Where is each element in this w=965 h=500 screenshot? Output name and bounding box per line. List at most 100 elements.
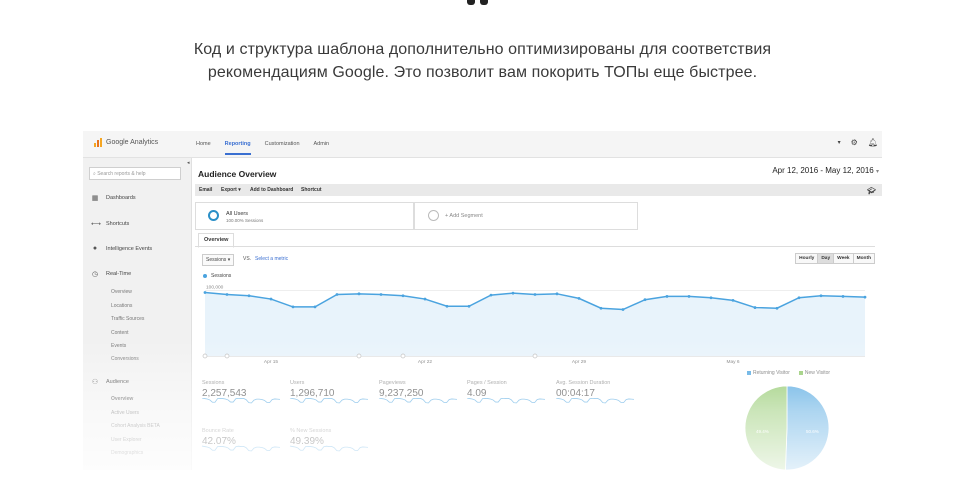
pie-slice-label: 49.4% <box>756 429 769 434</box>
x-tick-label: Apr 29 <box>572 359 586 365</box>
shortcut-button[interactable]: Shortcut <box>301 187 322 193</box>
sidebar-sub-overview[interactable]: Overview <box>111 289 132 295</box>
sidebar-item-dashboards[interactable]: ▦ Dashboards <box>91 194 136 202</box>
sidebar-sub-active-users[interactable]: Active Users <box>111 410 139 416</box>
data-point <box>423 297 427 301</box>
sparkline <box>289 445 369 452</box>
metric-select[interactable]: Sessions ▾ <box>202 254 235 266</box>
data-point <box>599 306 603 310</box>
sidebar-sub-cohort-analysis[interactable]: Cohort Analysis BETA <box>111 423 160 429</box>
data-point <box>357 292 361 296</box>
x-tick-label: Apr 15 <box>264 359 278 365</box>
data-point <box>863 295 867 299</box>
annotation-marker <box>224 353 230 359</box>
date-range-picker[interactable]: Apr 12, 2016 - May 12, 2016 ▾ <box>772 166 879 175</box>
annotation-marker <box>400 353 406 359</box>
sidebar-sub-demographics[interactable]: Demographics <box>111 450 143 456</box>
add-segment-label: + Add Segment <box>445 213 483 219</box>
data-point <box>819 294 823 298</box>
sessions-area <box>205 292 865 356</box>
stat-pageviews[interactable]: Pageviews 9,237,250 <box>379 380 424 399</box>
sidebar-item-label: Intelligence Events <box>106 245 153 252</box>
data-point <box>203 291 207 294</box>
add-segment-button[interactable]: + Add Segment <box>414 202 638 230</box>
data-point <box>291 305 295 309</box>
nav-admin[interactable]: Admin <box>314 131 337 155</box>
stat-avg-session-duration[interactable]: Avg. Session Duration 00:04:17 <box>556 380 610 399</box>
sparkline <box>555 398 635 404</box>
search-input[interactable]: ⌕ Search reports & help <box>89 167 181 180</box>
stat-pages-per-session[interactable]: Pages / Session 4.09 <box>467 380 507 399</box>
legend-swatch-icon <box>798 370 803 375</box>
analytics-logo-icon <box>94 138 103 147</box>
sidebar-sub-conversions[interactable]: Conversions <box>111 356 139 362</box>
stat-users[interactable]: Users 1,296,710 <box>290 380 335 399</box>
metric-select-value: Sessions <box>206 257 227 263</box>
data-point <box>335 293 339 296</box>
export-button[interactable]: Export ▾ <box>221 187 241 193</box>
data-point <box>577 297 581 300</box>
segment-all-users[interactable]: All Users 100.00% Sessions <box>195 202 414 230</box>
dropdown-caret-icon[interactable]: ▾ <box>838 139 841 147</box>
sidebar-sub-traffic-sources[interactable]: Traffic Sources <box>111 316 144 322</box>
granularity-hourly[interactable]: Hourly <box>795 253 819 264</box>
sidebar-item-label: Audience <box>106 379 129 385</box>
chart-legend: Sessions <box>203 273 231 279</box>
sidebar-sub-content[interactable]: Content <box>111 330 129 336</box>
pie-legend-label: Returning Visitor <box>753 370 790 376</box>
pie-legend-returning: Returning Visitor <box>747 370 790 376</box>
sidebar-item-label: Real-Time <box>106 271 132 277</box>
gear-icon[interactable]: ⚙ <box>851 138 858 147</box>
x-tick-label: May 6 <box>726 359 739 365</box>
sidebar-sub-locations[interactable]: Locations <box>111 303 132 309</box>
stat-label: Sessions <box>202 380 225 386</box>
collapse-sidebar-icon[interactable]: ◂ <box>187 160 190 166</box>
data-point <box>797 296 801 300</box>
granularity-month[interactable]: Month <box>852 253 875 264</box>
data-point <box>621 308 625 311</box>
grid-icon: ▦ <box>91 195 99 202</box>
data-point <box>555 292 559 296</box>
stat-sessions[interactable]: Sessions 2,257,543 <box>202 380 247 399</box>
stat-label: Avg. Session Duration <box>556 380 611 386</box>
annotation-marker <box>202 353 208 359</box>
sidebar-sub-audience-overview[interactable]: Overview <box>111 396 133 402</box>
sidebar-item-intelligence-events[interactable]: ● Intelligence Events <box>91 245 152 252</box>
sidebar-item-real-time[interactable]: ◷ Real-Time <box>91 270 131 278</box>
granularity-toggle: Hourly Day Week Month <box>795 253 875 264</box>
graduation-cap-icon[interactable]: 🎓︎ <box>867 187 876 195</box>
pie-slice-returning <box>785 385 830 470</box>
sparkline <box>201 398 281 404</box>
segment-name: All Users <box>226 211 249 217</box>
nav-reporting[interactable]: Reporting <box>224 131 258 155</box>
x-tick-label: Apr 22 <box>418 359 432 365</box>
add-to-dashboard-button[interactable]: Add to Dashboard <box>250 187 293 193</box>
granularity-day[interactable]: Day <box>817 253 835 264</box>
data-point <box>511 291 515 295</box>
pie-legend-new: New Visitor <box>798 370 830 376</box>
bell-icon[interactable]: 🔔︎ <box>868 138 878 147</box>
sidebar-item-shortcuts[interactable]: ⟷ Shortcuts <box>91 220 129 228</box>
sidebar-sub-events[interactable]: Events <box>111 343 126 349</box>
nav-home[interactable]: Home <box>196 131 218 155</box>
stat-label: Pageviews <box>379 380 406 386</box>
data-point <box>445 304 449 308</box>
segment-sub: 100.00% Sessions <box>226 218 264 223</box>
data-point <box>709 296 713 300</box>
main-nav: Home Reporting Customization Admin <box>196 131 343 155</box>
sparklines <box>201 398 635 452</box>
select-metric-link[interactable]: Select a metric <box>255 256 288 262</box>
people-icon: ⚇ <box>91 379 99 386</box>
report-toolbar: Email Export ▾ Add to Dashboard Shortcut… <box>195 184 882 196</box>
segment-circle-icon <box>208 210 219 221</box>
granularity-week[interactable]: Week <box>833 253 854 264</box>
vs-label: VS. <box>243 256 252 262</box>
date-range-text: Apr 12, 2016 - May 12, 2016 <box>772 166 874 175</box>
intro-text: Код и структура шаблона дополнительно оп… <box>0 38 965 84</box>
nav-customization[interactable]: Customization <box>265 131 307 155</box>
pie-slice-label: 50.6% <box>806 429 819 434</box>
sidebar-sub-user-explorer[interactable]: User Explorer <box>111 437 142 443</box>
email-button[interactable]: Email <box>199 187 212 193</box>
sidebar-item-audience[interactable]: ⚇ Audience <box>91 378 129 386</box>
logo: Google Analytics <box>94 138 158 147</box>
